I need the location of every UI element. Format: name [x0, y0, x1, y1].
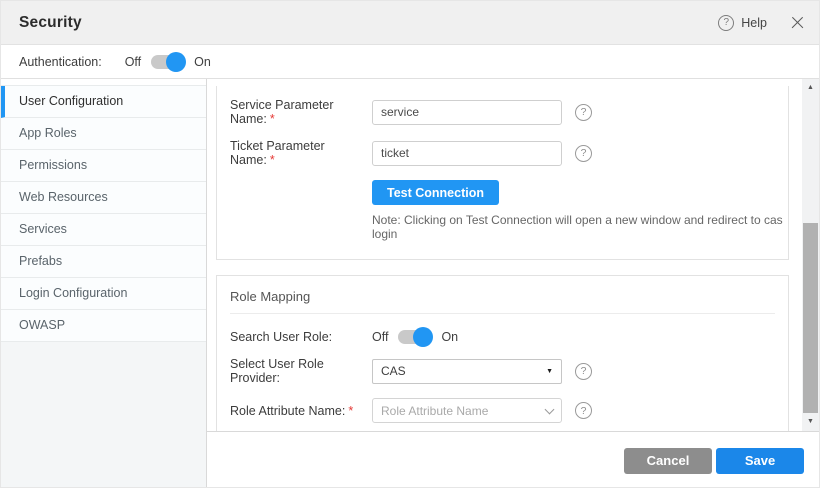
search-role-off-label: Off: [372, 330, 388, 344]
sidebar-filler: [1, 342, 206, 488]
help-link[interactable]: Help: [741, 16, 767, 30]
close-icon[interactable]: [791, 16, 805, 30]
scroll-down-icon[interactable]: ▼: [802, 415, 819, 429]
authentication-on-label: On: [194, 55, 211, 69]
service-parameter-input[interactable]: [372, 100, 562, 125]
sidebar-item-owasp[interactable]: OWASP: [1, 310, 206, 342]
help-icon[interactable]: ?: [575, 363, 592, 380]
content-area: Service Parameter Name:* ? Ticket Parame…: [207, 79, 819, 488]
cancel-button[interactable]: Cancel: [624, 448, 712, 474]
authentication-label: Authentication:: [19, 55, 102, 69]
required-marker: *: [348, 404, 353, 418]
search-user-role-label: Search User Role:: [230, 330, 372, 344]
role-provider-label: Select User Role Provider:: [230, 357, 372, 385]
ticket-parameter-input[interactable]: [372, 141, 562, 166]
scrollbar-thumb[interactable]: [803, 223, 818, 413]
help-icon[interactable]: ?: [575, 145, 592, 162]
role-attribute-input[interactable]: [372, 398, 562, 423]
dialog-header: Security ? Help: [1, 1, 819, 45]
test-connection-note: Note: Clicking on Test Connection will o…: [372, 213, 788, 241]
sidebar-item-prefabs[interactable]: Prefabs: [1, 246, 206, 278]
page-title: Security: [19, 14, 82, 32]
header-actions: ? Help: [718, 15, 805, 31]
help-icon[interactable]: ?: [718, 15, 734, 31]
vertical-scrollbar[interactable]: ▲ ▼: [802, 79, 819, 431]
role-attribute-label: Role Attribute Name:*: [230, 404, 372, 418]
sidebar-item-permissions[interactable]: Permissions: [1, 150, 206, 182]
sidebar-item-login-configuration[interactable]: Login Configuration: [1, 278, 206, 310]
role-provider-select[interactable]: CAS ▼: [372, 359, 562, 384]
ticket-parameter-row: Ticket Parameter Name:* ?: [230, 139, 788, 167]
scroll-up-icon[interactable]: ▲: [802, 81, 819, 95]
toggle-knob: [413, 327, 433, 347]
role-provider-value: CAS: [381, 364, 406, 378]
authentication-off-label: Off: [125, 55, 141, 69]
role-provider-row: Select User Role Provider: CAS ▼ ?: [230, 357, 788, 385]
role-attribute-combobox: [372, 398, 562, 423]
search-user-role-toggle[interactable]: [398, 330, 430, 344]
service-parameter-label: Service Parameter Name:*: [230, 98, 372, 126]
test-connection-button[interactable]: Test Connection: [372, 180, 499, 205]
authentication-toggle[interactable]: [151, 55, 183, 69]
security-dialog: Security ? Help Authentication: Off On U…: [0, 0, 820, 488]
sidebar: User Configuration App Roles Permissions…: [1, 79, 207, 488]
dialog-footer: Cancel Save: [207, 431, 819, 488]
role-attribute-row: Role Attribute Name:* ?: [230, 398, 788, 423]
cas-settings-panel: Service Parameter Name:* ? Ticket Parame…: [216, 86, 789, 260]
search-user-role-row: Search User Role: Off On: [230, 330, 788, 344]
sidebar-list: User Configuration App Roles Permissions…: [1, 85, 206, 342]
ticket-parameter-label: Ticket Parameter Name:*: [230, 139, 372, 167]
search-role-on-label: On: [441, 330, 458, 344]
dialog-body: User Configuration App Roles Permissions…: [1, 79, 819, 488]
sidebar-item-app-roles[interactable]: App Roles: [1, 118, 206, 150]
role-mapping-panel: Role Mapping Search User Role: Off On Se…: [216, 275, 789, 431]
select-arrow-icon: ▼: [546, 368, 553, 375]
role-mapping-title: Role Mapping: [217, 276, 788, 313]
authentication-row: Authentication: Off On: [1, 45, 819, 79]
required-marker: *: [270, 153, 275, 167]
test-connection-row: Test Connection: [372, 180, 788, 205]
scroll-area: Service Parameter Name:* ? Ticket Parame…: [207, 79, 819, 431]
sidebar-item-user-configuration[interactable]: User Configuration: [1, 86, 206, 118]
service-parameter-row: Service Parameter Name:* ?: [230, 98, 788, 126]
help-icon[interactable]: ?: [575, 104, 592, 121]
toggle-knob: [166, 52, 186, 72]
help-icon[interactable]: ?: [575, 402, 592, 419]
save-button[interactable]: Save: [716, 448, 804, 474]
required-marker: *: [270, 112, 275, 126]
sidebar-item-services[interactable]: Services: [1, 214, 206, 246]
role-mapping-rows: Search User Role: Off On Select User Rol…: [217, 314, 788, 423]
sidebar-item-web-resources[interactable]: Web Resources: [1, 182, 206, 214]
